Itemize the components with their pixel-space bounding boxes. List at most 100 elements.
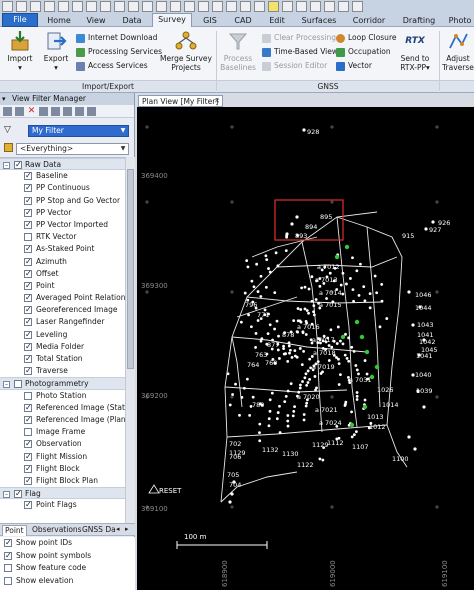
tab-gis[interactable]: GIS [196,14,224,27]
tab-corridor[interactable]: Corridor [346,14,392,27]
option-checkbox[interactable] [4,564,12,572]
polygon-icon[interactable] [226,1,237,12]
tree-group[interactable]: – Photogrammetry [0,377,125,390]
tree-item[interactable]: Averaged Point Relations [0,292,125,304]
tree-checkbox[interactable] [24,233,32,242]
tree-item[interactable]: Total Station [0,353,125,365]
tree-checkbox[interactable] [24,475,32,487]
copy-filter-icon[interactable] [15,107,24,116]
point-icon[interactable] [198,1,209,12]
tree-item[interactable]: Point [0,280,125,292]
tab-point[interactable]: Point [2,525,27,536]
collapse-icon[interactable]: – [3,162,10,169]
apply-filter-icon[interactable] [75,107,84,116]
tree-checkbox[interactable] [24,219,32,231]
tree-item[interactable]: PP Vector Imported [0,219,125,231]
tab-view[interactable]: View [80,14,112,27]
option-row[interactable]: Show elevation [0,575,135,588]
tree-checkbox[interactable] [24,292,32,304]
tab-edit[interactable]: Edit [262,14,292,27]
tree-checkbox[interactable] [24,402,32,414]
tab-scroll-left-icon[interactable]: ◂ [116,525,120,533]
export-button[interactable]: Export ▾ [40,30,72,72]
tree-item[interactable]: Georeferenced Image [0,304,125,316]
tab-surfaces[interactable]: Surfaces [296,14,342,27]
pin-icon[interactable]: ▾ [2,93,6,105]
option-row[interactable]: Show point IDs [0,537,135,550]
tree-item[interactable]: As-Staked Point [0,243,125,255]
tree-checkbox[interactable] [24,329,32,341]
collapse-icon[interactable]: – [3,491,10,499]
filter-select[interactable]: My Filter ▼ [28,125,129,137]
tree-checkbox[interactable] [24,414,32,426]
tree-checkbox[interactable] [24,353,32,365]
tree-item[interactable]: Flight Block [0,463,125,475]
settings-icon[interactable] [324,1,335,12]
tree-checkbox[interactable] [24,451,32,463]
open-icon[interactable] [72,1,83,12]
tree-item[interactable]: Baseline [0,170,125,182]
tree-checkbox[interactable] [24,243,32,255]
tab-file[interactable]: File [2,13,38,27]
tree-item[interactable]: PP Continuous [0,182,125,194]
tree-checkbox[interactable] [24,316,32,328]
grid-icon[interactable] [254,1,265,12]
layers-icon[interactable] [128,1,139,12]
tree-item[interactable]: Leveling [0,329,125,341]
tree-item[interactable]: Azimuth [0,256,125,268]
tree-item[interactable]: RTK Vector [0,231,125,243]
option-row[interactable]: Show feature code [0,562,135,575]
internet-download-button[interactable]: Internet Download [76,32,157,44]
tree-checkbox[interactable] [24,182,32,194]
copy-icon[interactable] [100,1,111,12]
tree-item[interactable]: Referenced Image (Plan [0,414,125,426]
delete-filter-icon[interactable]: ✕ [27,107,36,116]
tree-checkbox[interactable] [24,391,32,400]
rename-filter-icon[interactable] [39,107,48,116]
tree-item[interactable]: Flight Block Plan [0,475,125,487]
tab-scroll-right-icon[interactable]: ▸ [125,525,129,533]
tab-photo[interactable]: Photo [446,14,474,27]
tab-plan-view[interactable]: Plan View [My Filter] ✕ [138,95,223,107]
zoom-icon[interactable] [156,1,167,12]
tree-checkbox[interactable] [24,365,32,377]
tree-item[interactable]: Image Frame [0,426,125,438]
properties-icon[interactable] [296,1,307,12]
tree-item[interactable]: Media Folder [0,341,125,353]
merge-survey-projects-button[interactable]: Merge Survey Projects [160,30,212,72]
processing-services-button[interactable]: Processing Services [76,46,162,58]
loop-closure-button[interactable]: Loop Closure [336,32,396,44]
tree-group[interactable]: – Raw Data [0,158,125,171]
vector-button[interactable]: Vector [336,60,372,72]
tree-checkbox[interactable] [14,488,22,500]
tree-checkbox[interactable] [24,268,32,280]
tab-drafting[interactable]: Drafting [396,14,442,27]
pan-icon[interactable] [142,1,153,12]
access-services-button[interactable]: Access Services [76,60,148,72]
snap-icon[interactable] [240,1,251,12]
undo-icon[interactable] [30,1,41,12]
process-baselines-button[interactable]: Process Baselines [220,30,256,72]
cut-icon[interactable] [86,1,97,12]
redo-icon[interactable] [44,1,55,12]
option-row[interactable]: Show point symbols [0,550,135,563]
quick-access-icon[interactable] [2,1,13,12]
select-icon[interactable] [170,1,181,12]
option-checkbox[interactable] [4,576,12,585]
tree-item[interactable]: Offset [0,268,125,280]
tree-item[interactable]: Point Flags [0,499,125,511]
tab-data[interactable]: Data [116,14,148,27]
highlight-icon[interactable] [268,1,279,12]
tree-item[interactable]: PP Stop and Go Vector [0,195,125,207]
tree-checkbox[interactable] [24,499,32,511]
option-checkbox[interactable] [4,537,12,549]
filter-settings-icon[interactable] [87,107,96,116]
scrollbar-thumb[interactable] [127,169,134,369]
tree-checkbox[interactable] [24,428,32,437]
tree-item[interactable]: PP Vector [0,207,125,219]
time-based-view-button[interactable]: Time-Based View [262,46,338,58]
tab-home[interactable]: Home [42,14,76,27]
help-icon[interactable] [338,1,349,12]
clear-processing-button[interactable]: Clear Processing [262,32,336,44]
tree-scrollbar[interactable] [125,157,135,529]
